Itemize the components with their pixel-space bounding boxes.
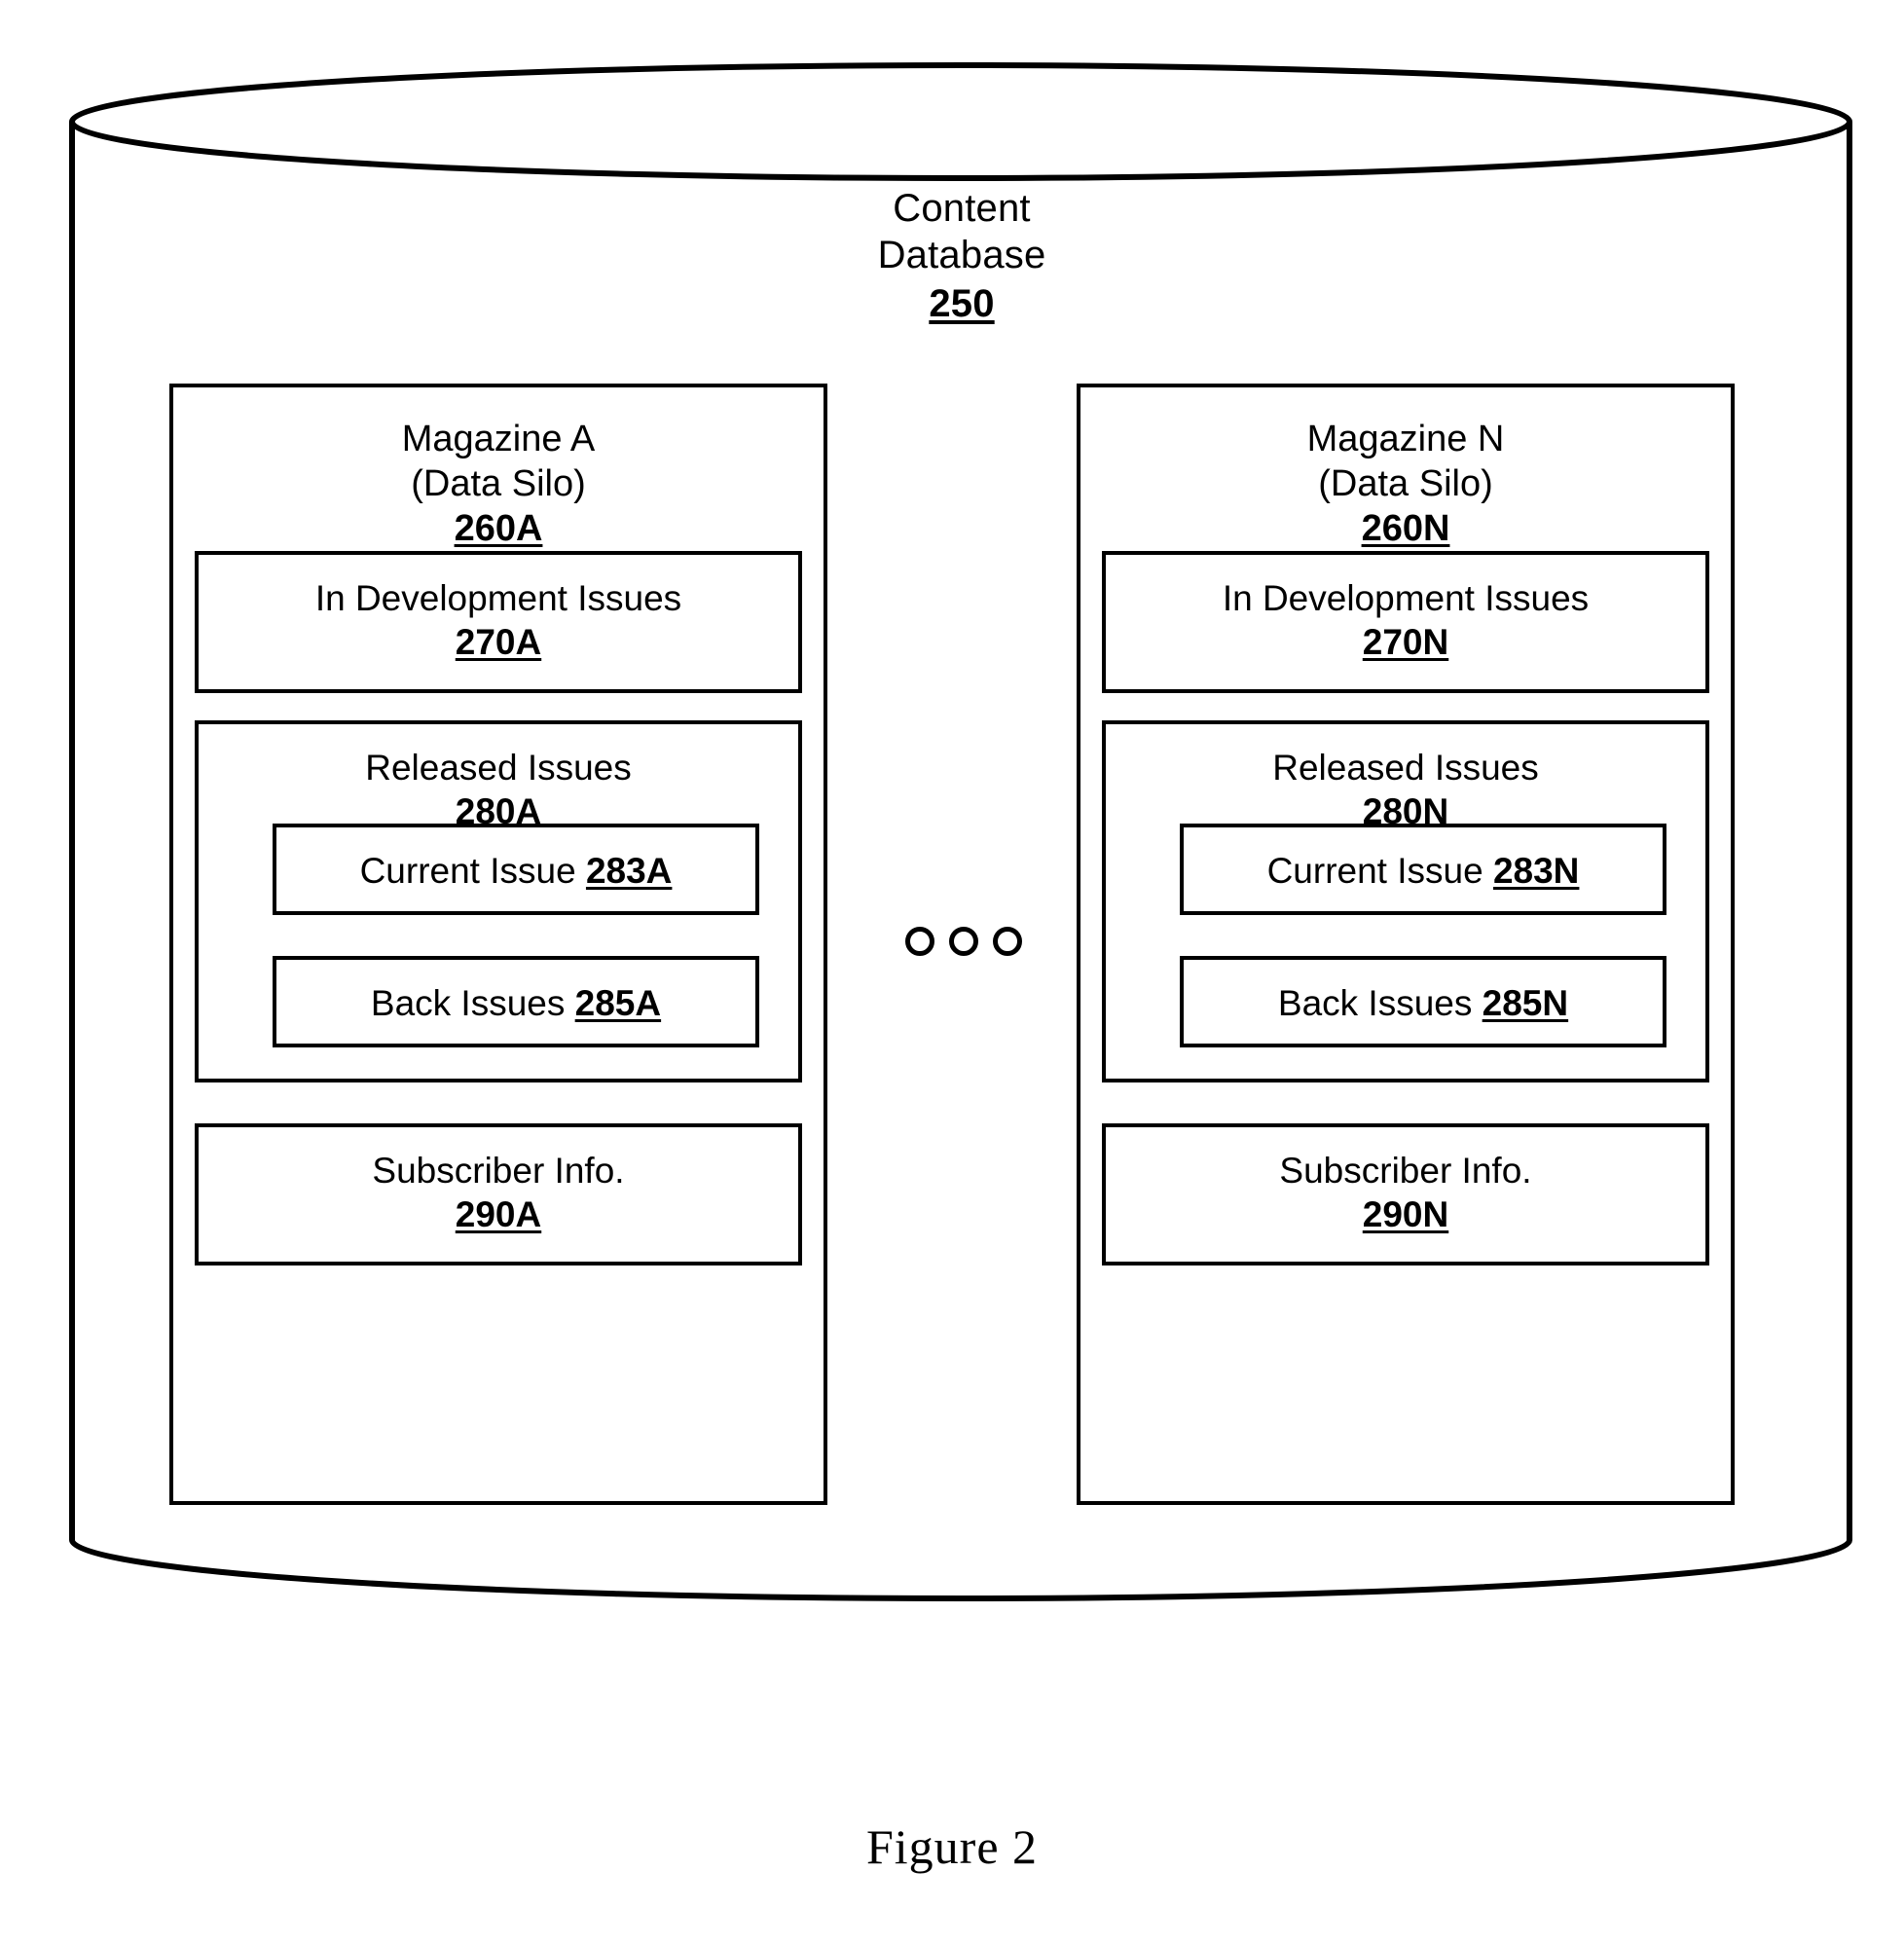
silo-a-in-development-label: In Development Issues 270A: [199, 576, 798, 664]
silo-n-title-line2: (Data Silo): [1318, 463, 1493, 504]
silo-a-in-development-issues-box[interactable]: In Development Issues 270A: [195, 551, 802, 693]
silo-n-in-development-ref: 270N: [1362, 622, 1449, 662]
ellipsis-circle-icon: [949, 927, 978, 956]
silo-n-in-development-text: In Development Issues: [1222, 578, 1590, 618]
silo-a-subscriber-info-label: Subscriber Info. 290A: [199, 1149, 798, 1236]
silo-n-title-line1: Magazine N: [1306, 419, 1505, 459]
silo-ellipsis: [905, 927, 1022, 956]
data-silo-magazine-n[interactable]: Magazine N (Data Silo) 260N In Developme…: [1077, 384, 1735, 1505]
silo-a-back-issues-text: Back Issues: [370, 983, 566, 1023]
silo-a-back-issues-label: Back Issues 285A: [276, 981, 755, 1025]
cylinder-top-ellipse: [69, 62, 1852, 181]
silo-n-ref: 260N: [1361, 508, 1450, 549]
silo-a-subscriber-info-ref: 290A: [455, 1194, 542, 1234]
content-database-title-line2: Database: [877, 234, 1046, 276]
silo-n-back-issues-text: Back Issues: [1277, 983, 1473, 1023]
silo-n-in-development-label: In Development Issues 270N: [1106, 576, 1705, 664]
silo-n-subscriber-info-ref: 290N: [1362, 1194, 1449, 1234]
ellipsis-circle-icon: [905, 927, 934, 956]
silo-n-back-issues-box[interactable]: Back Issues 285N: [1180, 956, 1666, 1047]
silo-n-released-label: Released Issues 280N: [1106, 746, 1705, 833]
silo-n-released-text: Released Issues: [1272, 748, 1539, 788]
silo-n-header: Magazine N (Data Silo) 260N: [1080, 417, 1731, 551]
ellipsis-circle-icon: [993, 927, 1022, 956]
silo-a-title-line1: Magazine A: [401, 419, 596, 459]
silo-n-in-development-issues-box[interactable]: In Development Issues 270N: [1102, 551, 1709, 693]
silo-a-in-development-text: In Development Issues: [314, 578, 682, 618]
silo-n-current-issue-box[interactable]: Current Issue 283N: [1180, 824, 1666, 915]
patent-figure: Content Database 250 Magazine A (Data Si…: [0, 0, 1904, 1944]
content-database-ref: 250: [929, 282, 995, 325]
content-database-title: Content Database 250: [660, 185, 1263, 327]
silo-a-current-issue-box[interactable]: Current Issue 283A: [273, 824, 759, 915]
silo-n-back-issues-ref: 285N: [1482, 983, 1569, 1023]
silo-a-subscriber-info-text: Subscriber Info.: [372, 1151, 625, 1191]
silo-a-current-issue-text: Current Issue: [359, 851, 576, 891]
silo-a-released-text: Released Issues: [365, 748, 632, 788]
silo-a-ref: 260A: [454, 508, 543, 549]
silo-n-released-issues-box[interactable]: Released Issues 280N Current Issue 283N …: [1102, 720, 1709, 1082]
silo-n-subscriber-info-text: Subscriber Info.: [1279, 1151, 1532, 1191]
silo-n-current-issue-ref: 283N: [1492, 851, 1580, 891]
figure-caption: Figure 2: [865, 1819, 1039, 1874]
silo-n-subscriber-info-box[interactable]: Subscriber Info. 290N: [1102, 1123, 1709, 1265]
data-silo-magazine-a[interactable]: Magazine A (Data Silo) 260A In Developme…: [169, 384, 827, 1505]
silo-a-back-issues-box[interactable]: Back Issues 285A: [273, 956, 759, 1047]
silo-a-in-development-ref: 270A: [455, 622, 542, 662]
silo-n-current-issue-label: Current Issue 283N: [1184, 849, 1663, 893]
silo-n-back-issues-label: Back Issues 285N: [1184, 981, 1663, 1025]
silo-n-subscriber-info-label: Subscriber Info. 290N: [1106, 1149, 1705, 1236]
content-database-title-line1: Content: [893, 187, 1031, 230]
silo-a-released-label: Released Issues 280A: [199, 746, 798, 833]
silo-n-current-issue-text: Current Issue: [1266, 851, 1483, 891]
silo-a-back-issues-ref: 285A: [574, 983, 662, 1023]
silo-a-current-issue-ref: 283A: [585, 851, 673, 891]
silo-a-title-line2: (Data Silo): [411, 463, 586, 504]
silo-a-current-issue-label: Current Issue 283A: [276, 849, 755, 893]
silo-a-released-issues-box[interactable]: Released Issues 280A Current Issue 283A …: [195, 720, 802, 1082]
silo-a-header: Magazine A (Data Silo) 260A: [173, 417, 824, 551]
silo-a-subscriber-info-box[interactable]: Subscriber Info. 290A: [195, 1123, 802, 1265]
